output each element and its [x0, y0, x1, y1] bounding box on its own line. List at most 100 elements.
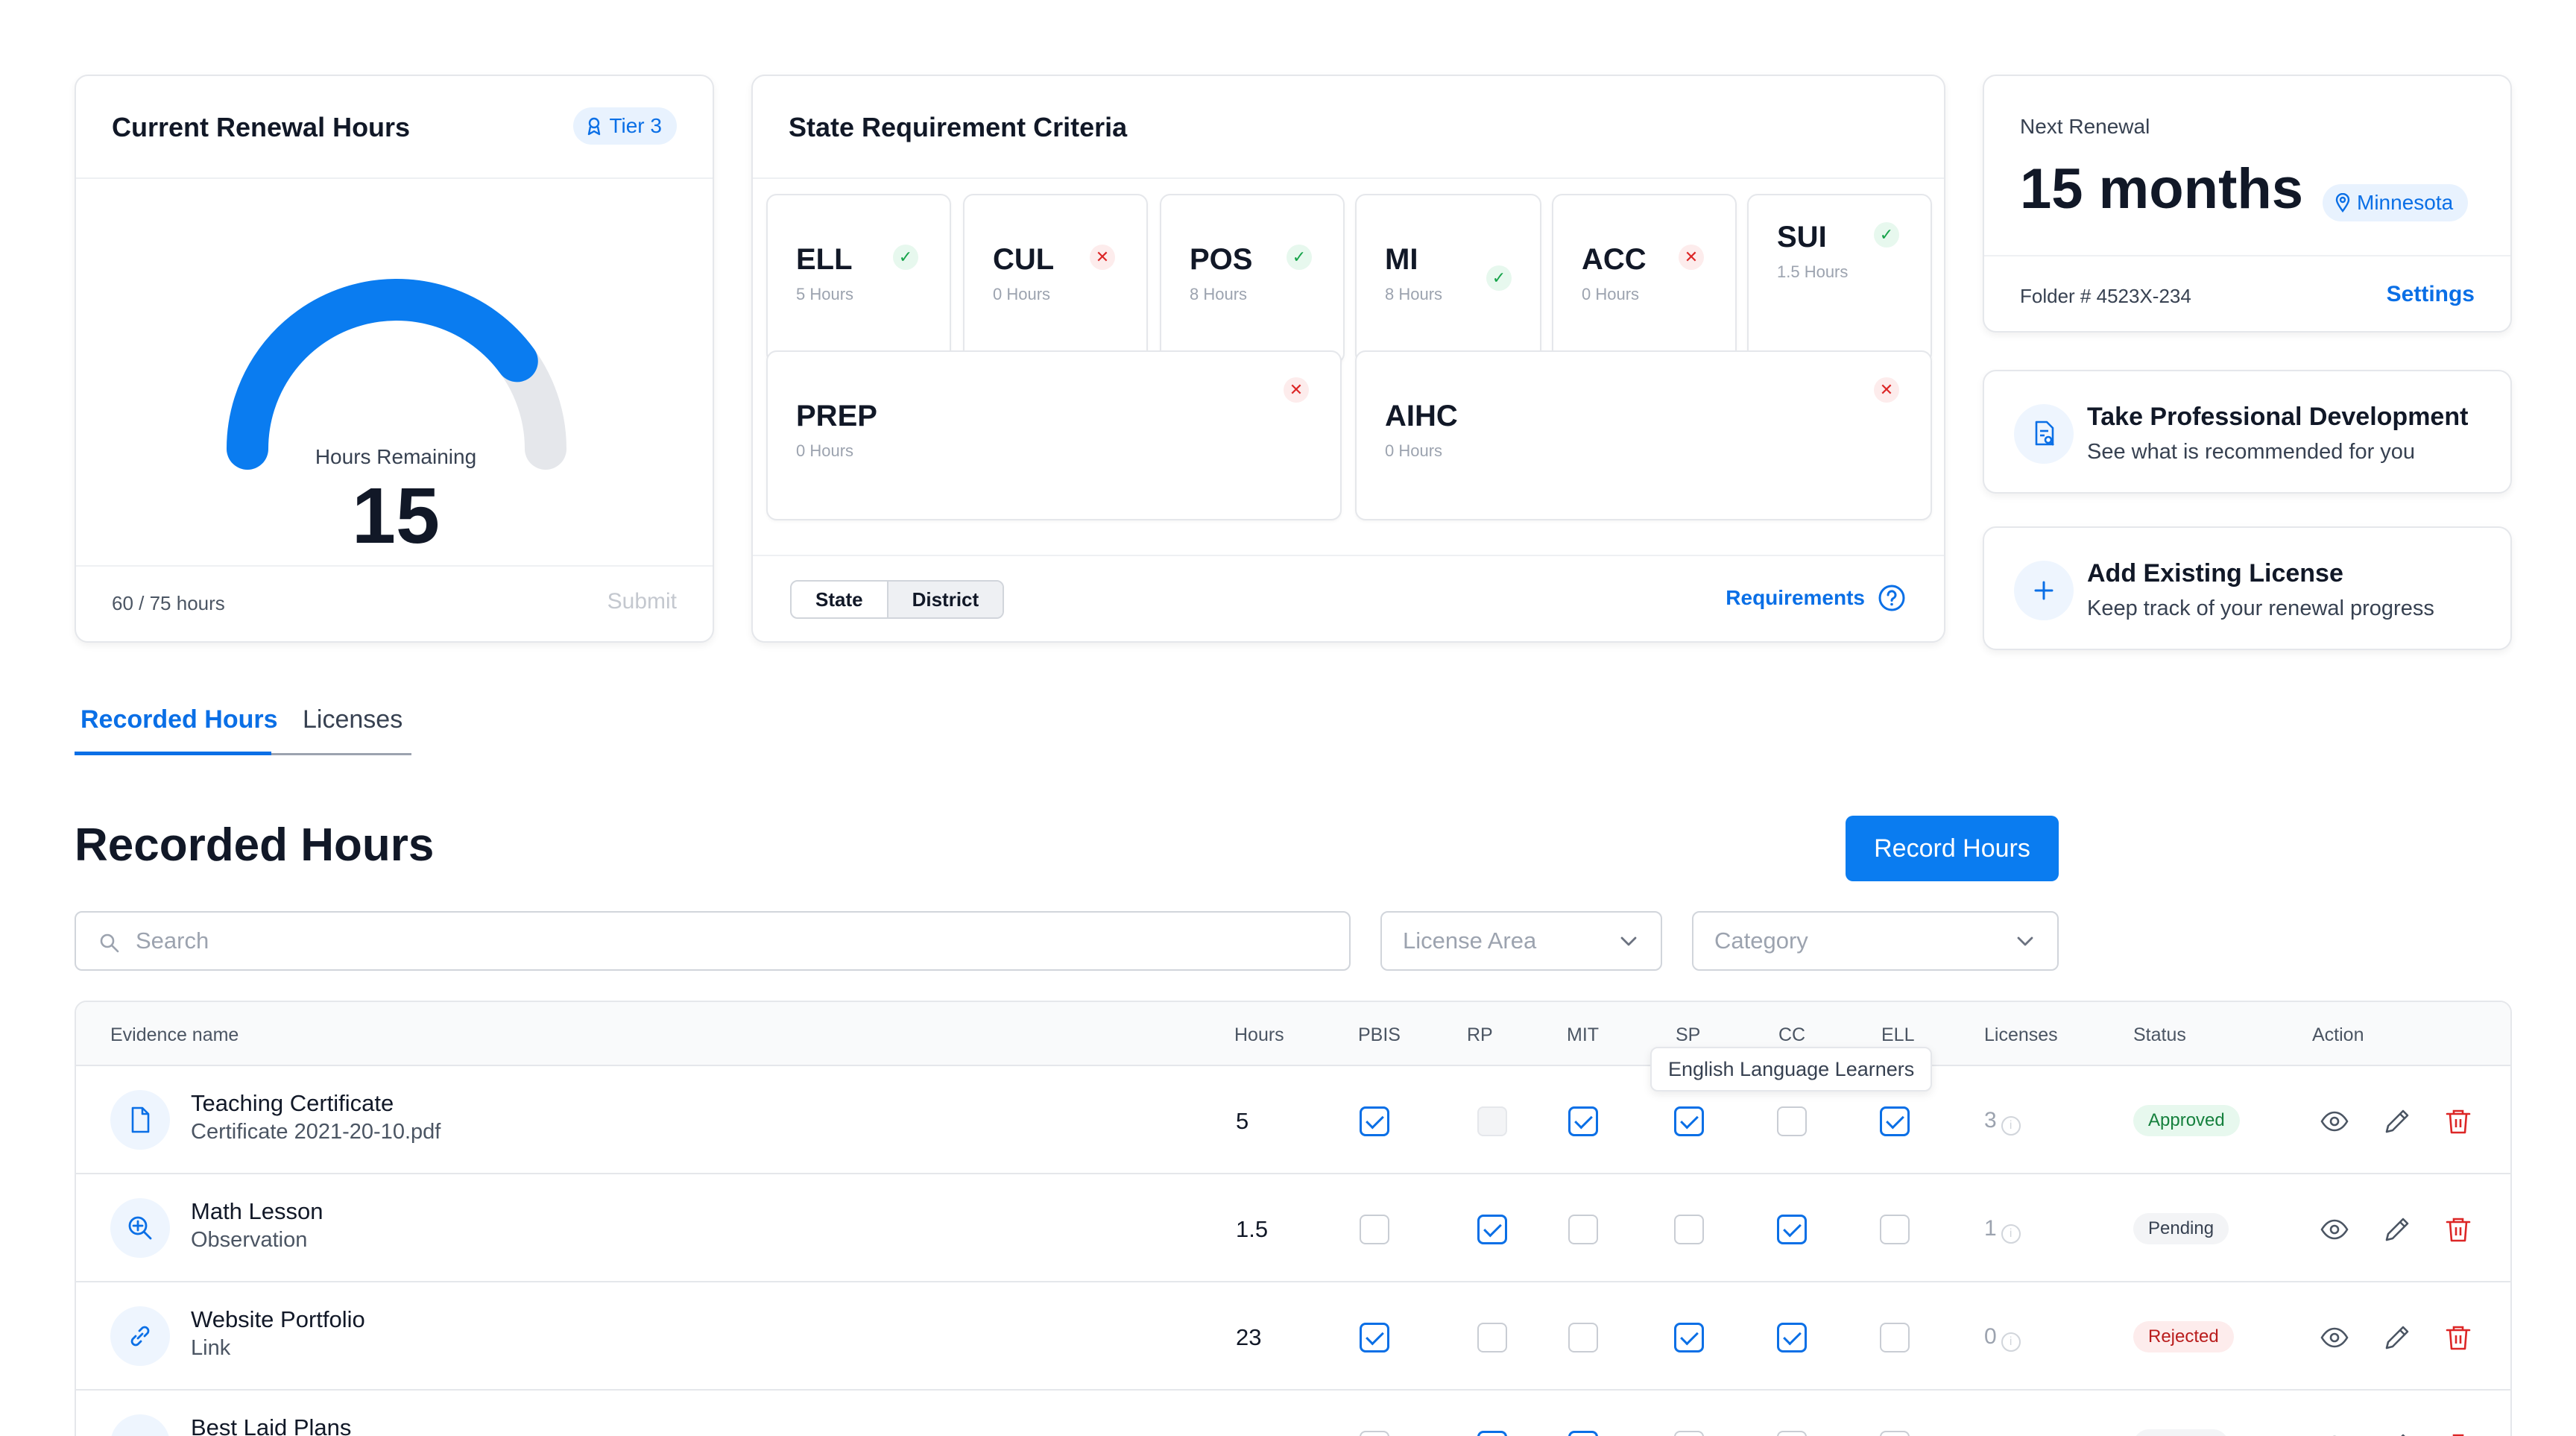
trash-icon[interactable]	[2443, 1106, 2473, 1136]
action-title: Add Existing License	[2087, 559, 2343, 588]
search-icon	[100, 933, 119, 953]
evidence-name: Website Portfolio	[191, 1306, 365, 1332]
header-cc: CC	[1778, 1024, 1806, 1045]
checkbox-pbis[interactable]	[1360, 1431, 1389, 1436]
status-badge: Pending	[2133, 1213, 2229, 1244]
info-icon[interactable]: i	[2001, 1116, 2021, 1136]
checkbox-mit[interactable]	[1568, 1106, 1598, 1136]
checkbox-rp[interactable]	[1477, 1323, 1507, 1352]
checkbox-mit[interactable]	[1568, 1215, 1598, 1244]
checkbox-ell[interactable]	[1880, 1106, 1910, 1136]
hours-value: 1.5	[1236, 1216, 1269, 1242]
category-select[interactable]: Category	[1692, 911, 2059, 971]
x-icon: ✕	[1090, 245, 1115, 270]
eye-icon[interactable]	[2320, 1323, 2349, 1352]
criteria-hours: 5 Hours	[796, 285, 854, 303]
professional-development-card[interactable]: Take Professional Development See what i…	[1983, 370, 2512, 494]
criteria-code: POS	[1190, 243, 1253, 276]
status-badge: Approved	[2133, 1105, 2240, 1136]
info-icon[interactable]: i	[2001, 1332, 2021, 1352]
license-area-select[interactable]: License Area	[1380, 911, 1662, 971]
pencil-icon[interactable]	[2382, 1215, 2412, 1244]
chevron-down-icon	[1620, 936, 1637, 946]
criteria-tile-sui[interactable]: SUI 1.5 Hours ✓	[1747, 194, 1932, 364]
toggle-state[interactable]: State	[792, 582, 887, 617]
trash-icon[interactable]	[2443, 1431, 2473, 1436]
criteria-tile-mi[interactable]: MI 8 Hours ✓	[1355, 194, 1541, 364]
checkbox-cc[interactable]	[1777, 1106, 1807, 1136]
help-icon	[1878, 585, 1905, 611]
check-icon: ✓	[1287, 245, 1312, 270]
checkbox-ell[interactable]	[1880, 1215, 1910, 1244]
add-license-card[interactable]: Add Existing License Keep track of your …	[1983, 526, 2512, 650]
criteria-hours: 0 Hours	[1385, 441, 1443, 460]
header-hours: Hours	[1234, 1024, 1284, 1045]
criteria-tile-prep[interactable]: PREP 0 Hours ✕	[766, 350, 1342, 520]
info-icon[interactable]: i	[2001, 1224, 2021, 1244]
trash-icon[interactable]	[2443, 1323, 2473, 1352]
checkbox-cc[interactable]	[1777, 1215, 1807, 1244]
x-icon: ✕	[1284, 377, 1309, 403]
criteria-tile-acc[interactable]: ACC 0 Hours ✕	[1552, 194, 1737, 364]
search-input[interactable]	[136, 913, 1328, 969]
table-row[interactable]: Best Laid Plans 4.25 2i Pending	[76, 1391, 2510, 1436]
criteria-tile-ell[interactable]: ELL 5 Hours ✓	[766, 194, 951, 364]
checkbox-sp[interactable]	[1674, 1215, 1704, 1244]
checkbox-mit[interactable]	[1568, 1431, 1598, 1436]
toggle-district[interactable]: District	[886, 582, 1003, 617]
folder-number: Folder # 4523X-234	[2020, 285, 2191, 307]
record-hours-button[interactable]: Record Hours	[1846, 816, 2059, 881]
checkbox-sp[interactable]	[1674, 1431, 1704, 1436]
tab-recorded-hours[interactable]: Recorded Hours	[80, 705, 278, 734]
header-evidence-name: Evidence name	[110, 1024, 239, 1045]
submit-button[interactable]: Submit	[607, 589, 677, 614]
checkbox-pbis[interactable]	[1360, 1323, 1389, 1352]
check-icon: ✓	[1486, 265, 1512, 291]
tab-licenses[interactable]: Licenses	[303, 705, 402, 734]
header-status: Status	[2133, 1024, 2186, 1045]
action-subtitle: Keep track of your renewal progress	[2087, 596, 2434, 620]
pencil-icon[interactable]	[2382, 1106, 2412, 1136]
plus-icon	[2014, 561, 2074, 620]
pencil-icon[interactable]	[2382, 1323, 2412, 1352]
checkbox-pbis[interactable]	[1360, 1106, 1389, 1136]
criteria-card-title: State Requirement Criteria	[789, 112, 1128, 142]
next-renewal-label: Next Renewal	[2020, 115, 2150, 138]
settings-link[interactable]: Settings	[2387, 282, 2475, 307]
search-box	[75, 911, 1351, 971]
license-count: 0i	[1984, 1324, 2021, 1352]
table-row[interactable]: Teaching Certificate Certificate 2021-20-…	[76, 1066, 2510, 1174]
checkbox-ell[interactable]	[1880, 1431, 1910, 1436]
eye-icon[interactable]	[2320, 1431, 2349, 1436]
requirements-link[interactable]: Requirements	[1726, 585, 1907, 611]
criteria-tile-pos[interactable]: POS 8 Hours ✓	[1160, 194, 1345, 364]
criteria-code: MI	[1385, 243, 1418, 276]
video-icon	[110, 1414, 170, 1436]
gauge-value: 15	[352, 472, 440, 560]
pencil-icon[interactable]	[2382, 1431, 2412, 1436]
checkbox-mit[interactable]	[1568, 1323, 1598, 1352]
header-licenses: Licenses	[1984, 1024, 2058, 1045]
checkbox-pbis[interactable]	[1360, 1215, 1389, 1244]
criteria-tile-cul[interactable]: CUL 0 Hours ✕	[963, 194, 1148, 364]
checkbox-sp[interactable]	[1674, 1106, 1704, 1136]
trash-icon[interactable]	[2443, 1215, 2473, 1244]
chevron-down-icon	[2017, 936, 2033, 946]
criteria-hours: 0 Hours	[993, 285, 1051, 303]
eye-icon[interactable]	[2320, 1215, 2349, 1244]
criteria-hours: 8 Hours	[1190, 285, 1248, 303]
eye-icon[interactable]	[2320, 1106, 2349, 1136]
renewal-card-title: Current Renewal Hours	[112, 112, 411, 142]
checkbox-cc[interactable]	[1777, 1323, 1807, 1352]
active-tab-indicator	[75, 752, 271, 755]
checkbox-sp[interactable]	[1674, 1323, 1704, 1352]
gauge-label: Hours Remaining	[315, 445, 477, 468]
table-row[interactable]: Math Lesson Observation 1.5 1 i Pending	[76, 1174, 2510, 1282]
table-row[interactable]: Website Portfolio Link 23 0 i Rejected	[76, 1282, 2510, 1391]
checkbox-rp[interactable]	[1477, 1431, 1507, 1436]
checkbox-rp[interactable]	[1477, 1215, 1507, 1244]
license-count: 3i	[1984, 1108, 2021, 1136]
criteria-tile-aihc[interactable]: AIHC 0 Hours ✕	[1355, 350, 1932, 520]
checkbox-cc[interactable]	[1777, 1431, 1807, 1436]
checkbox-ell[interactable]	[1880, 1323, 1910, 1352]
